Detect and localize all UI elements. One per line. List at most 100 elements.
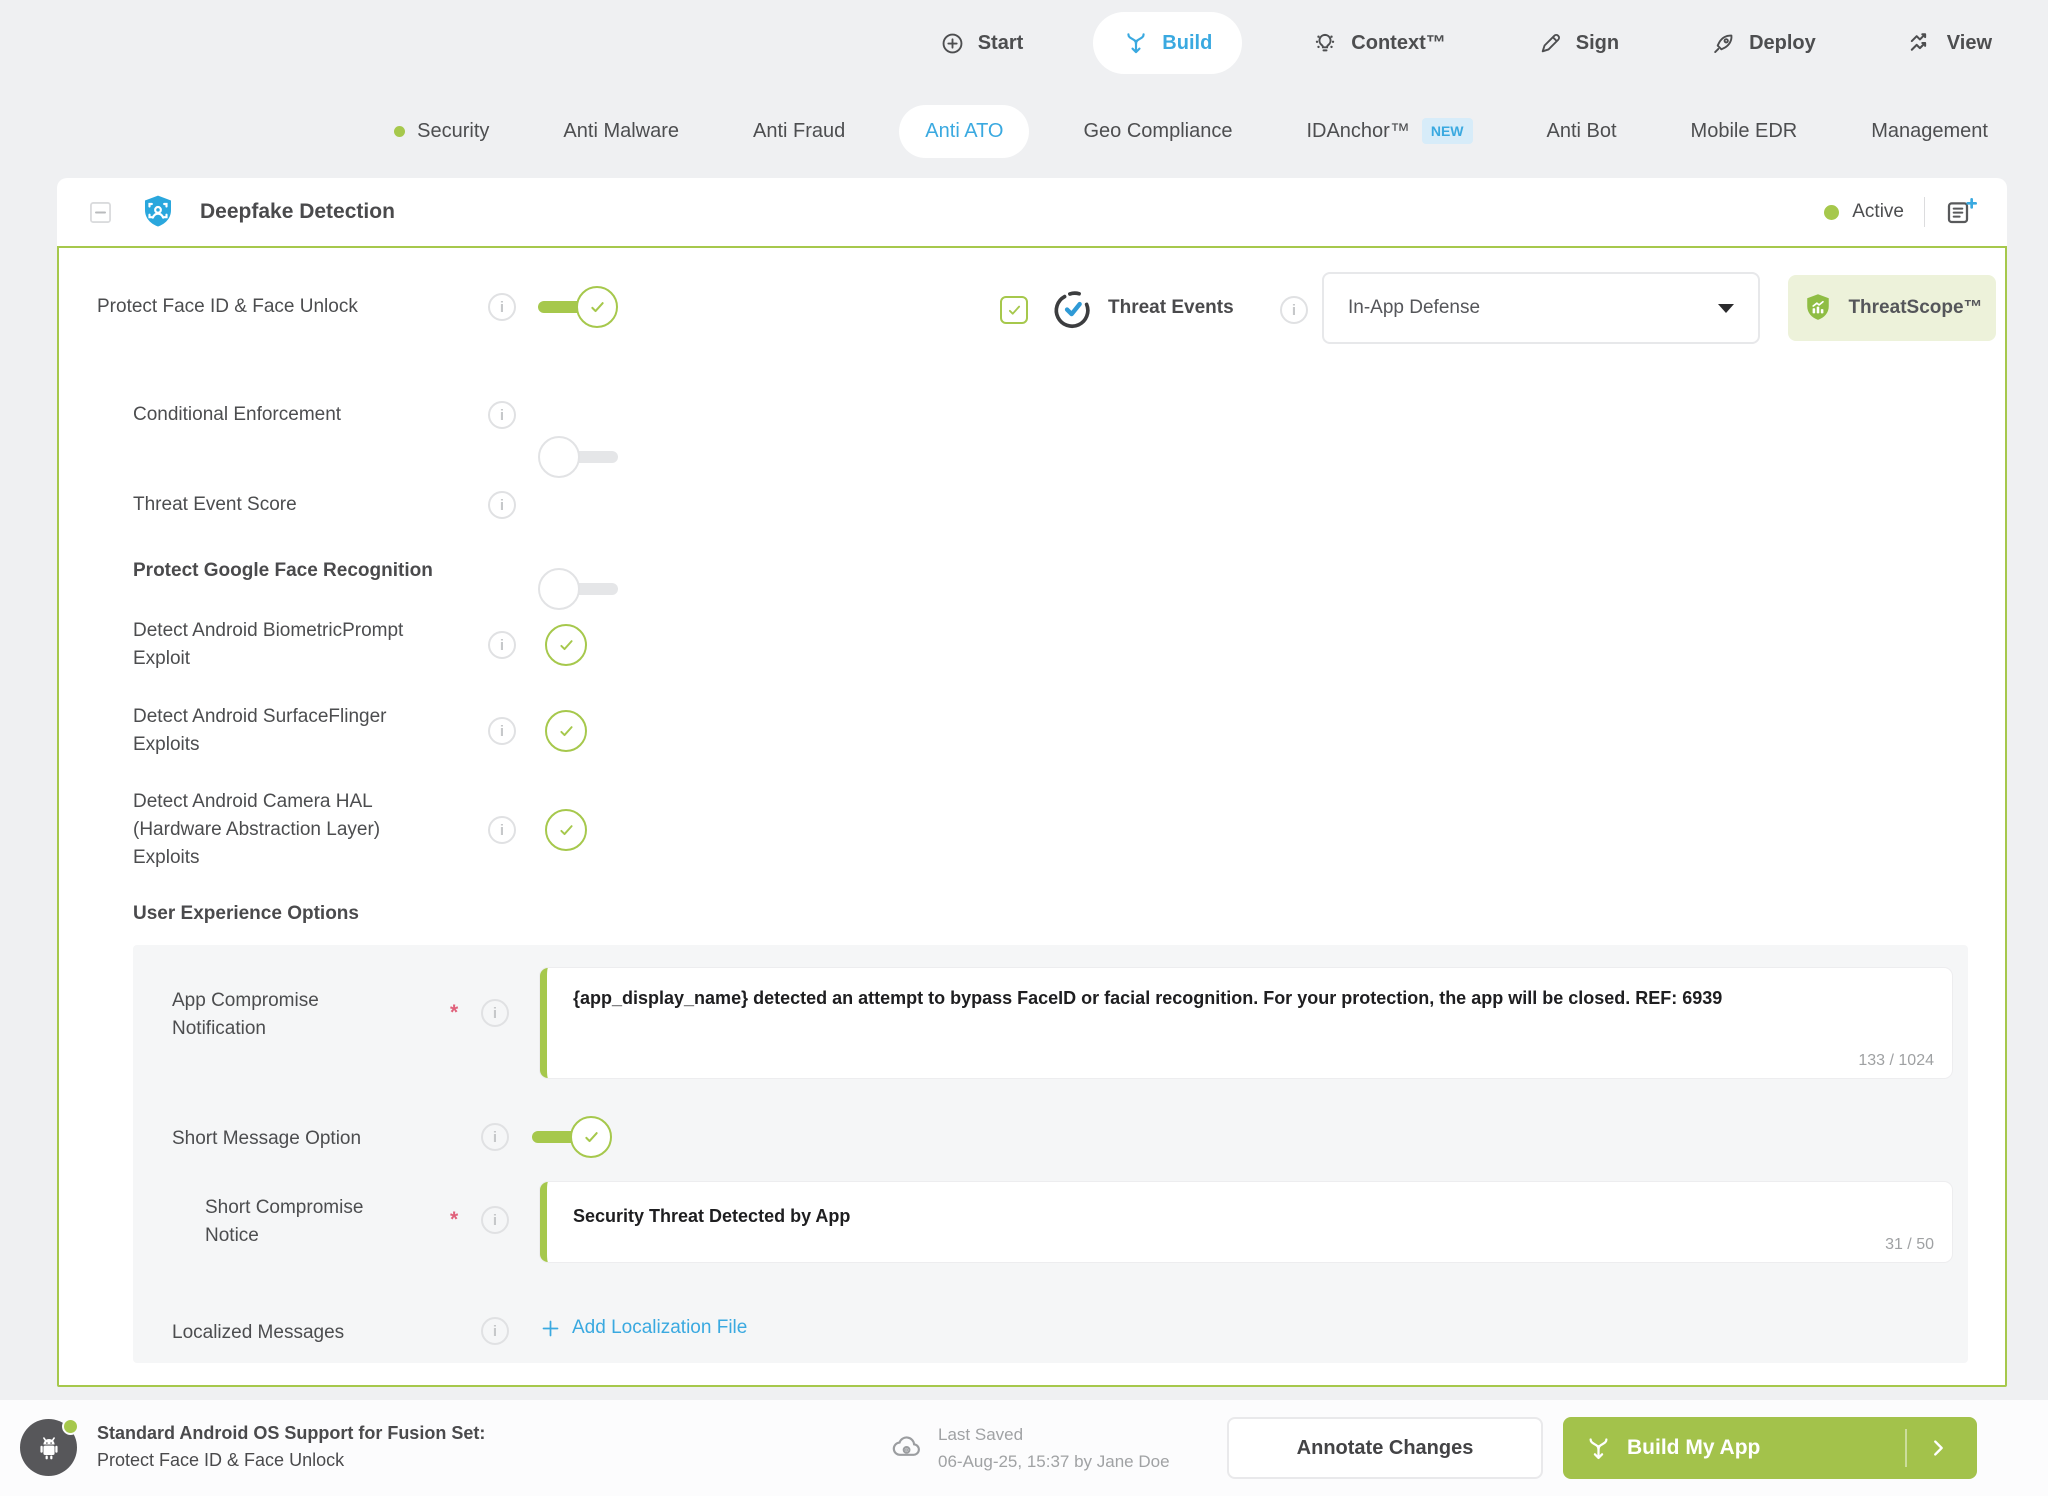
- tab-anti-malware[interactable]: Anti Malware: [563, 120, 679, 143]
- cloud-saved-icon: [890, 1430, 924, 1464]
- tab-mobile-edr-label: Mobile EDR: [1690, 119, 1798, 142]
- nav-deploy[interactable]: Deploy: [1711, 31, 1816, 56]
- tab-mobile-edr[interactable]: Mobile EDR: [1691, 120, 1798, 143]
- threatscope-shield-icon: [1801, 291, 1835, 325]
- chevron-right-icon[interactable]: [1927, 1437, 1949, 1459]
- tab-anti-fraud[interactable]: Anti Fraud: [753, 120, 845, 143]
- biometricprompt-check-icon[interactable]: [545, 624, 587, 666]
- surfaceflinger-check-icon[interactable]: [545, 710, 587, 752]
- last-saved-value: 06-Aug-25, 15:37 by Jane Doe: [938, 1452, 1170, 1471]
- build-merge-icon: [1123, 30, 1149, 56]
- workflow-nav: Start Build Context™ Sign Deploy View: [0, 0, 2048, 86]
- short-compromise-value: Security Threat Detected by App: [573, 1206, 851, 1226]
- tab-anti-ato-label: Anti ATO: [925, 119, 1004, 142]
- conditional-enforcement-info-icon[interactable]: i: [488, 401, 516, 429]
- threatscope-button[interactable]: ThreatScope™: [1788, 275, 1996, 341]
- nav-build[interactable]: Build: [1093, 12, 1243, 74]
- deepfake-shield-icon: [138, 192, 178, 232]
- google-face-heading: Protect Google Face Recognition: [133, 560, 433, 581]
- tab-anti-bot-label: Anti Bot: [1546, 119, 1617, 142]
- app-window: Start Build Context™ Sign Deploy View Se…: [0, 0, 2048, 1496]
- threat-events-checkbox[interactable]: [1000, 296, 1028, 324]
- surfaceflinger-info-icon[interactable]: i: [488, 717, 516, 745]
- short-compromise-info-icon[interactable]: i: [481, 1206, 509, 1234]
- threatscope-label: ThreatScope™: [1848, 297, 1983, 318]
- localized-messages-label: Localized Messages: [172, 1322, 345, 1343]
- nav-context[interactable]: Context™: [1312, 30, 1446, 56]
- status-badge: Active: [1852, 201, 1904, 222]
- short-message-option-info-icon[interactable]: i: [481, 1123, 509, 1151]
- biometricprompt-label: Detect Android BiometricPrompt Exploit: [133, 620, 404, 669]
- required-asterisk: *: [450, 1208, 459, 1231]
- ux-options-subpanel: App Compromise Notification * i {app_dis…: [133, 945, 1968, 1363]
- nav-view[interactable]: View: [1908, 30, 1992, 56]
- tab-idanchor-label: IDAnchor™: [1306, 119, 1410, 142]
- camera-hal-check-icon[interactable]: [545, 809, 587, 851]
- nav-view-label: View: [1946, 31, 1992, 54]
- threat-response-dropdown[interactable]: In-App Defense: [1322, 272, 1760, 344]
- annotate-changes-button[interactable]: Annotate Changes: [1227, 1417, 1543, 1479]
- collapse-minus-icon[interactable]: [87, 199, 114, 226]
- fusion-set-value: Protect Face ID & Face Unlock: [97, 1450, 345, 1470]
- nav-start[interactable]: Start: [940, 31, 1024, 56]
- tab-anti-ato[interactable]: Anti ATO: [899, 104, 1030, 158]
- panel-body: Protect Face ID & Face Unlock i Threat E…: [57, 246, 2007, 1387]
- panel-header: Deepfake Detection Active: [57, 178, 2007, 246]
- add-localization-file-link[interactable]: Add Localization File: [540, 1317, 747, 1339]
- tab-security[interactable]: Security: [394, 120, 489, 143]
- threat-events-label: Threat Events: [1108, 297, 1234, 318]
- add-note-icon[interactable]: [1945, 196, 1977, 228]
- nav-sign[interactable]: Sign: [1538, 31, 1619, 56]
- surfaceflinger-label: Detect Android SurfaceFlinger Exploits: [133, 706, 387, 755]
- build-my-app-button[interactable]: Build My App: [1563, 1417, 1977, 1479]
- android-platform-indicator: [20, 1418, 79, 1476]
- build-button-divider: [1905, 1429, 1907, 1467]
- conditional-enforcement-toggle[interactable]: [538, 436, 618, 478]
- tab-security-label: Security: [417, 119, 490, 142]
- app-compromise-info-icon[interactable]: i: [481, 999, 509, 1027]
- threat-event-score-label: Threat Event Score: [133, 494, 297, 515]
- add-localization-file-label: Add Localization File: [572, 1317, 748, 1338]
- localized-messages-info-icon[interactable]: i: [481, 1317, 509, 1345]
- tab-anti-bot[interactable]: Anti Bot: [1547, 120, 1617, 143]
- threat-event-score-toggle[interactable]: [538, 568, 618, 610]
- build-merge-icon: [1585, 1435, 1612, 1462]
- short-compromise-label: Short Compromise Notice: [205, 1197, 364, 1246]
- tab-management[interactable]: Management: [1871, 120, 1988, 143]
- short-message-option-label: Short Message Option: [172, 1128, 362, 1149]
- android-status-dot: [62, 1418, 79, 1435]
- camera-hal-info-icon[interactable]: i: [488, 816, 516, 844]
- tab-geo-compliance[interactable]: Geo Compliance: [1083, 120, 1232, 143]
- new-badge: NEW: [1421, 118, 1473, 144]
- toggle-knob: [538, 436, 580, 478]
- active-status-dot: [1824, 204, 1840, 220]
- app-compromise-counter: 133 / 1024: [1858, 1052, 1934, 1069]
- short-compromise-input[interactable]: Security Threat Detected by App 31 / 50: [540, 1182, 1952, 1262]
- chevron-down-icon: [1718, 303, 1734, 313]
- protect-face-id-info-icon[interactable]: i: [488, 293, 516, 321]
- security-status-dot: [394, 125, 406, 137]
- security-category-nav: Security Anti Malware Anti Fraud Anti AT…: [0, 94, 2048, 168]
- app-compromise-input[interactable]: {app_display_name} detected an attempt t…: [540, 968, 1952, 1078]
- header-divider: [1924, 197, 1925, 227]
- toggle-knob: [538, 568, 580, 610]
- annotate-changes-label: Annotate Changes: [1296, 1436, 1474, 1459]
- nav-start-label: Start: [977, 31, 1024, 54]
- tab-anti-malware-label: Anti Malware: [563, 119, 680, 142]
- biometricprompt-info-icon[interactable]: i: [488, 631, 516, 659]
- tab-idanchor[interactable]: IDAnchor™ NEW: [1306, 118, 1473, 144]
- required-asterisk: *: [450, 1001, 459, 1024]
- plus-circle-icon: [940, 31, 965, 56]
- fusion-set-info: Standard Android OS Support for Fusion S…: [97, 1420, 485, 1474]
- threat-event-score-info-icon[interactable]: i: [488, 491, 516, 519]
- threat-events-info-icon[interactable]: i: [1280, 296, 1308, 324]
- camera-hal-label: Detect Android Camera HAL (Hardware Abst…: [133, 791, 381, 868]
- dropdown-value: In-App Defense: [1348, 297, 1481, 318]
- protect-face-id-toggle[interactable]: [538, 286, 618, 328]
- nav-build-label: Build: [1162, 31, 1213, 54]
- build-my-app-label: Build My App: [1627, 1436, 1761, 1459]
- pen-icon: [1538, 31, 1563, 56]
- last-saved-label: Last Saved: [938, 1425, 1024, 1444]
- panel-title: Deepfake Detection: [200, 200, 395, 223]
- short-message-option-toggle[interactable]: [532, 1116, 612, 1158]
